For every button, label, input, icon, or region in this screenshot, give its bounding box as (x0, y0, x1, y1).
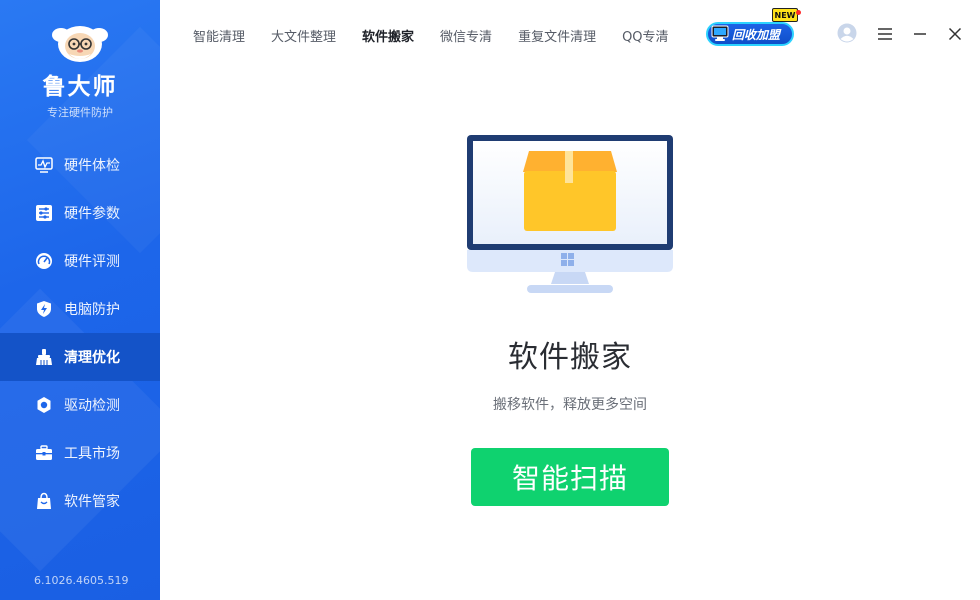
sidebar-item-hardware-check[interactable]: 硬件体检 (0, 141, 160, 189)
sidebar-item-hardware-benchmark[interactable]: 硬件评测 (0, 237, 160, 285)
brand-logo: 鲁大师 专注硬件防护 (0, 20, 160, 120)
sidebar-item-software-manager[interactable]: 软件管家 (0, 477, 160, 525)
tab-wechat-clean[interactable]: 微信专清 (440, 26, 492, 45)
close-icon (948, 26, 962, 45)
sidebar-item-label: 电脑防护 (64, 302, 120, 318)
main-content: 软件搬家 搬移软件，释放更多空间 智能扫描 (160, 70, 980, 600)
sliders-icon (35, 204, 53, 222)
broom-icon (35, 348, 53, 366)
sidebar-item-tool-market[interactable]: 工具市场 (0, 429, 160, 477)
sidebar-item-hardware-params[interactable]: 硬件参数 (0, 189, 160, 237)
smart-scan-button[interactable]: 智能扫描 (471, 448, 669, 506)
sidebar-nav: 硬件体检 硬件参数 硬件评测 电脑防护 清理优化 驱动检测 工具市场 软件管家 (0, 141, 160, 525)
sidebar-item-label: 软件管家 (64, 494, 120, 510)
top-bar: 智能清理 大文件整理 软件搬家 微信专清 重复文件清理 QQ专清 回收加盟 NE… (160, 0, 980, 70)
brand-name: 鲁大师 (42, 74, 118, 100)
gear-icon (35, 396, 53, 414)
tab-software-move[interactable]: 软件搬家 (362, 26, 414, 45)
page-subtitle: 搬移软件，释放更多空间 (493, 397, 647, 413)
minimize-button[interactable] (909, 24, 931, 46)
brand-slogan: 专注硬件防护 (47, 106, 113, 119)
shield-bolt-icon (35, 300, 53, 318)
hamburger-menu-icon (877, 26, 893, 45)
monitor-icon (711, 25, 729, 42)
page-title: 软件搬家 (508, 340, 632, 375)
tab-qq-clean[interactable]: QQ专清 (622, 26, 668, 45)
sidebar-item-label: 硬件体检 (64, 158, 120, 174)
monitor-package-icon (467, 135, 673, 293)
sidebar: 鲁大师 专注硬件防护 硬件体检 硬件参数 硬件评测 电脑防护 清理优化 驱动检测… (0, 0, 160, 600)
minimize-icon (913, 26, 927, 45)
new-badge: NEW (772, 8, 798, 22)
version-label: 6.1026.4605.519 (34, 574, 129, 587)
tab-large-files[interactable]: 大文件整理 (271, 26, 336, 45)
user-avatar-button[interactable] (836, 23, 858, 47)
speedometer-icon (35, 252, 53, 270)
sidebar-item-driver-check[interactable]: 驱动检测 (0, 381, 160, 429)
close-button[interactable] (944, 24, 966, 46)
sidebar-item-cleanup[interactable]: 清理优化 (0, 333, 160, 381)
monitor-pulse-icon (35, 156, 53, 174)
sidebar-item-label: 清理优化 (64, 350, 120, 366)
tab-duplicate-files[interactable]: 重复文件清理 (518, 26, 596, 45)
shopping-bag-icon (35, 492, 53, 510)
sidebar-item-label: 硬件评测 (64, 254, 120, 270)
notification-dot (796, 10, 801, 15)
monitor-box-illustration (465, 134, 675, 296)
menu-button[interactable] (874, 24, 896, 46)
recycle-join-promo-button[interactable]: 回收加盟 NEW (706, 8, 801, 46)
tab-bar: 智能清理 大文件整理 软件搬家 微信专清 重复文件清理 QQ专清 (193, 26, 695, 45)
sidebar-item-pc-protection[interactable]: 电脑防护 (0, 285, 160, 333)
promo-label: 回收加盟 (732, 27, 781, 42)
toolbox-icon (35, 444, 53, 462)
user-avatar-icon (837, 23, 857, 47)
sidebar-item-label: 驱动检测 (64, 398, 120, 414)
sidebar-item-label: 工具市场 (64, 446, 120, 462)
tab-smart-clean[interactable]: 智能清理 (193, 26, 245, 45)
sidebar-item-label: 硬件参数 (64, 206, 120, 222)
mascot-logo-icon (51, 20, 109, 64)
